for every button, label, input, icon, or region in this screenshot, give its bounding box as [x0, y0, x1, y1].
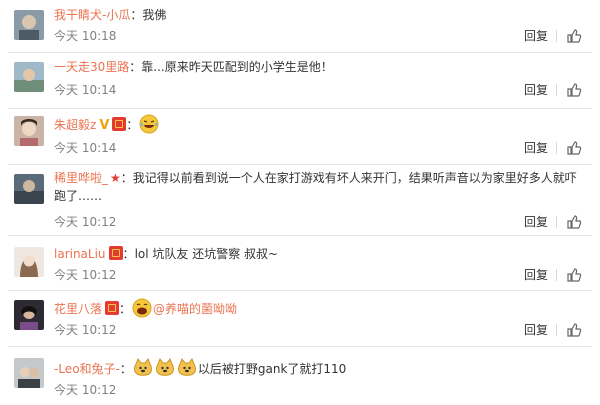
username[interactable]: 一天走30里路	[54, 60, 129, 74]
timestamp: 今天 10:14	[54, 83, 117, 97]
timestamp: 今天 10:12	[54, 323, 117, 337]
comment-text: 靠...原来昨天匹配到的小学生是他！	[141, 60, 333, 74]
divider	[556, 84, 557, 96]
separator-colon: ：	[119, 302, 132, 316]
reply-button[interactable]: 回复	[524, 82, 548, 98]
laughing-emoji-icon	[139, 114, 159, 139]
member-badge-icon	[108, 246, 123, 260]
avatar[interactable]	[14, 174, 44, 204]
star-badge-icon: ★	[110, 171, 121, 185]
username[interactable]: 朱超毅z	[54, 118, 96, 132]
comment-item: 稀里哗啦_ ★：我记得以前看到说一个人在家打游戏有坏人来开门，结果听声音以为家里好…	[0, 164, 600, 235]
avatar[interactable]	[14, 300, 44, 330]
separator-colon: ：	[119, 362, 132, 376]
comment-item: -Leo和兔子-： 以后被打野gank了就打110 今天 10:12	[0, 346, 600, 405]
reply-button[interactable]: 回复	[524, 267, 548, 283]
separator-colon: ：	[122, 247, 135, 261]
doge-emoji-icon	[155, 357, 175, 383]
divider	[556, 324, 557, 336]
timestamp: 今天 10:12	[54, 215, 117, 229]
avatar[interactable]	[14, 247, 44, 277]
doge-emoji-icon	[133, 357, 153, 383]
comment-item: 一天走30里路：靠...原来昨天匹配到的小学生是他！ 今天 10:14 回复	[0, 52, 600, 108]
divider	[556, 216, 557, 228]
username[interactable]: 我干睛犬-小瓜	[54, 8, 130, 22]
separator-colon: ：	[120, 171, 133, 185]
timestamp: 今天 10:12	[54, 383, 117, 397]
separator-colon: ：	[130, 8, 143, 22]
like-icon[interactable]	[566, 28, 582, 44]
timestamp: 今天 10:12	[54, 268, 117, 282]
like-icon[interactable]	[566, 322, 582, 338]
timestamp: 今天 10:14	[54, 141, 117, 155]
reply-button[interactable]: 回复	[524, 28, 548, 44]
laughing-emoji-icon	[132, 298, 152, 323]
mention-link[interactable]: @养喵的菌呦呦	[153, 302, 237, 316]
username[interactable]: 稀里哗啦_	[54, 171, 108, 185]
reply-button[interactable]: 回复	[524, 322, 548, 338]
like-icon[interactable]	[566, 82, 582, 98]
avatar[interactable]	[14, 62, 44, 92]
divider	[556, 30, 557, 42]
comment-item: larinaLiu ：lol 坑队友 还坑警察 叔叔~ 今天 10:12 回复	[0, 235, 600, 290]
avatar[interactable]	[14, 116, 44, 146]
comment-item: 花里八落 ： @养喵的菌呦呦 今天 10:12 回复	[0, 290, 600, 346]
comment-text: 我记得以前看到说一个人在家打游戏有坏人来开门，结果听声音以为家里好多人就吓跑了……	[54, 171, 577, 203]
divider	[556, 142, 557, 154]
reply-button[interactable]: 回复	[524, 140, 548, 156]
like-icon[interactable]	[566, 140, 582, 156]
like-icon[interactable]	[566, 214, 582, 230]
avatar[interactable]	[14, 358, 44, 388]
avatar[interactable]	[14, 10, 44, 40]
reply-button[interactable]: 回复	[524, 214, 548, 230]
comment-item: 朱超毅z V ： 今天 10:14 回复	[0, 108, 600, 164]
divider	[556, 269, 557, 281]
separator-colon: ：	[126, 118, 139, 132]
member-badge-icon	[105, 301, 120, 315]
comment-text: lol 坑队友 还坑警察 叔叔~	[134, 247, 279, 261]
comment-text: 以后被打野gank了就打110	[197, 362, 347, 376]
separator-colon: ：	[129, 60, 142, 74]
doge-emoji-icon	[177, 357, 197, 383]
timestamp: 今天 10:18	[54, 29, 117, 43]
comment-text: 我佛	[142, 8, 167, 22]
like-icon[interactable]	[566, 267, 582, 283]
verified-v-icon: V	[99, 118, 110, 133]
comment-item: 我干睛犬-小瓜：我佛 今天 10:18 回复	[0, 0, 600, 52]
username[interactable]: larinaLiu	[54, 247, 106, 261]
username[interactable]: -Leo和兔子-	[54, 362, 120, 376]
member-badge-icon	[112, 117, 127, 131]
username[interactable]: 花里八落	[54, 302, 102, 316]
